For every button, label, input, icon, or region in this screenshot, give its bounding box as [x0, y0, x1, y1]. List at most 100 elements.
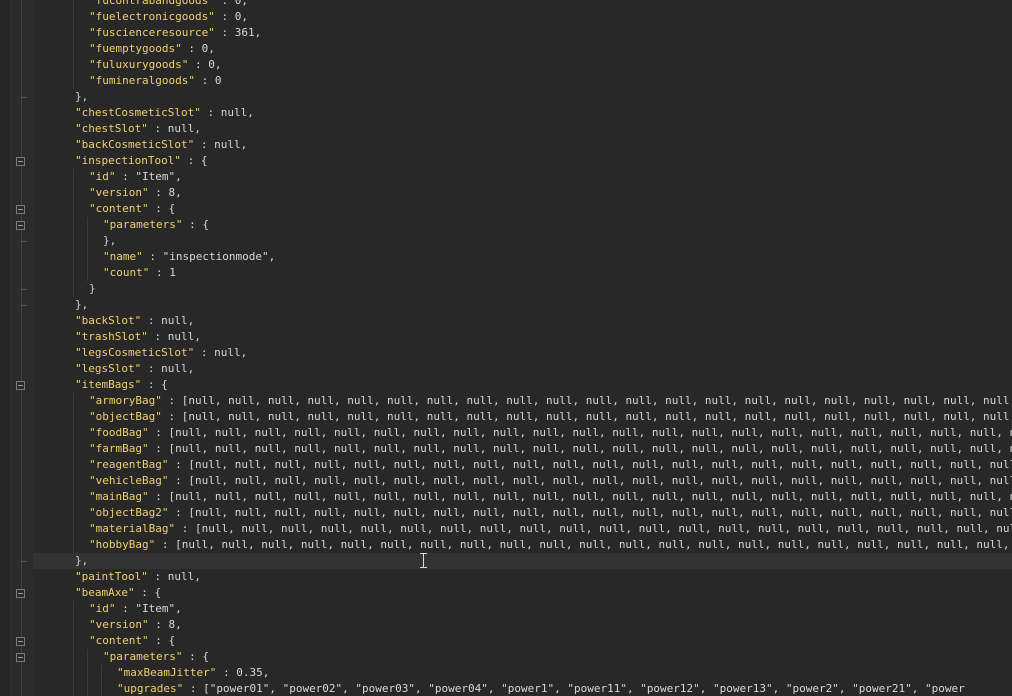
- code-line[interactable]: "itemBags" : {: [33, 377, 1012, 393]
- code-line[interactable]: "vehicleBag" : [null, null, null, null, …: [33, 473, 1012, 489]
- code-line[interactable]: "foodBag" : [null, null, null, null, nul…: [33, 425, 1012, 441]
- fold-toggle-icon[interactable]: [16, 589, 25, 598]
- gutter-edge: [0, 0, 11, 696]
- code-text: "fucontrabandgoods" : 0,: [89, 0, 248, 9]
- json-value: : 8,: [148, 618, 182, 631]
- code-line[interactable]: "id" : "Item",: [33, 601, 1012, 617]
- code-line[interactable]: "fuscienceresource" : 361,: [33, 25, 1012, 41]
- indent-guide: [73, 409, 74, 425]
- code-line[interactable]: "trashSlot" : null,: [33, 329, 1012, 345]
- code-line[interactable]: "maxBeamJitter" : 0.35,: [33, 665, 1012, 681]
- code-line[interactable]: "backCosmeticSlot" : null,: [33, 137, 1012, 153]
- code-text: "paintTool" : null,: [75, 569, 201, 585]
- code-line[interactable]: },: [33, 553, 1012, 569]
- indent-guide: [73, 233, 74, 249]
- code-line[interactable]: "chestSlot" : null,: [33, 121, 1012, 137]
- json-key: "backSlot": [75, 314, 142, 327]
- code-text: "fuluxurygoods" : 0,: [89, 57, 221, 73]
- code-text: "fuscienceresource" : 361,: [89, 25, 261, 41]
- fold-toggle-icon[interactable]: [16, 381, 25, 390]
- code-line[interactable]: "legsCosmeticSlot" : null,: [33, 345, 1012, 361]
- code-line[interactable]: },: [33, 89, 1012, 105]
- code-text: "inspectionTool" : {: [75, 153, 207, 169]
- code-line[interactable]: "beamAxe" : {: [33, 585, 1012, 601]
- code-editor[interactable]: "fucontrabandgoods" : 0, "fuelectronicgoo…: [33, 0, 1012, 696]
- code-line[interactable]: "mainBag" : [null, null, null, null, nul…: [33, 489, 1012, 505]
- code-line[interactable]: "backSlot" : null,: [33, 313, 1012, 329]
- json-value: : {: [182, 650, 209, 663]
- indent-guide: [73, 521, 74, 537]
- code-text: "mainBag" : [null, null, null, null, nul…: [89, 489, 1012, 505]
- code-line[interactable]: "chestCosmeticSlot" : null,: [33, 105, 1012, 121]
- code-text: "objectBag" : [null, null, null, null, n…: [89, 409, 1012, 425]
- json-key: "count": [103, 266, 150, 279]
- code-line[interactable]: "count" : 1: [33, 265, 1012, 281]
- indent-guide: [101, 681, 102, 696]
- fold-toggle-icon[interactable]: [16, 637, 25, 646]
- code-text: "materialBag" : [null, null, null, null,…: [89, 521, 1012, 537]
- code-line[interactable]: },: [33, 297, 1012, 313]
- code-line[interactable]: "fuemptygoods" : 0,: [33, 41, 1012, 57]
- indent-guide: [73, 665, 74, 681]
- code-line[interactable]: "hobbyBag" : [null, null, null, null, nu…: [33, 537, 1012, 553]
- json-key: "version": [89, 618, 149, 631]
- code-line[interactable]: "reagentBag" : [null, null, null, null, …: [33, 457, 1012, 473]
- indent-guide: [73, 201, 74, 217]
- code-line[interactable]: "upgrades" : ["power01", "power02", "pow…: [33, 681, 1012, 696]
- code-line[interactable]: "objectBag2" : [null, null, null, null, …: [33, 505, 1012, 521]
- json-bracket: }: [89, 282, 96, 295]
- code-line[interactable]: "parameters" : {: [33, 649, 1012, 665]
- code-line[interactable]: "armoryBag" : [null, null, null, null, n…: [33, 393, 1012, 409]
- code-text: "fuelectronicgoods" : 0,: [89, 9, 248, 25]
- code-line[interactable]: "objectBag" : [null, null, null, null, n…: [33, 409, 1012, 425]
- indent-guide: [87, 265, 88, 281]
- code-text: "id" : "Item",: [89, 601, 182, 617]
- indent-guide: [73, 473, 74, 489]
- indent-guide: [101, 665, 102, 681]
- json-value: : null,: [200, 106, 254, 119]
- code-text: "name" : "inspectionmode",: [103, 249, 275, 265]
- indent-guide: [73, 393, 74, 409]
- json-bracket: },: [75, 298, 89, 311]
- indent-guide: [73, 649, 74, 665]
- code-line[interactable]: "parameters" : {: [33, 217, 1012, 233]
- code-text: "beamAxe" : {: [75, 585, 161, 601]
- code-line[interactable]: "fuluxurygoods" : 0,: [33, 57, 1012, 73]
- code-line[interactable]: "farmBag" : [null, null, null, null, nul…: [33, 441, 1012, 457]
- json-value: : [null, null, null, null, null, null, n…: [148, 442, 1012, 455]
- fold-toggle-icon[interactable]: [16, 205, 25, 214]
- code-line[interactable]: "name" : "inspectionmode",: [33, 249, 1012, 265]
- code-text: "chestCosmeticSlot" : null,: [75, 105, 254, 121]
- code-line[interactable]: "materialBag" : [null, null, null, null,…: [33, 521, 1012, 537]
- json-key: "name": [103, 250, 143, 263]
- fold-toggle-icon[interactable]: [16, 221, 25, 230]
- code-line[interactable]: "version" : 8,: [33, 185, 1012, 201]
- json-key: "fuemptygoods": [89, 42, 182, 55]
- code-line[interactable]: "content" : {: [33, 201, 1012, 217]
- json-bracket: },: [75, 90, 89, 103]
- code-line[interactable]: "version" : 8,: [33, 617, 1012, 633]
- code-line[interactable]: "fuelectronicgoods" : 0,: [33, 9, 1012, 25]
- json-key: "fucontrabandgoods": [89, 0, 215, 7]
- json-value: : 0,: [181, 42, 215, 55]
- code-line[interactable]: "paintTool" : null,: [33, 569, 1012, 585]
- indent-guide: [87, 233, 88, 249]
- json-value: : null,: [147, 330, 201, 343]
- json-value: : {: [148, 202, 176, 215]
- code-line[interactable]: "inspectionTool" : {: [33, 153, 1012, 169]
- code-line[interactable]: "content" : {: [33, 633, 1012, 649]
- code-line[interactable]: }: [33, 281, 1012, 297]
- indent-guide: [73, 41, 74, 57]
- fold-end-marker: [21, 97, 27, 98]
- code-text: "fumineralgoods" : 0: [89, 73, 221, 89]
- code-line[interactable]: },: [33, 233, 1012, 249]
- code-line[interactable]: "fumineralgoods" : 0: [33, 73, 1012, 89]
- fold-toggle-icon[interactable]: [16, 653, 25, 662]
- code-line[interactable]: "legsSlot" : null,: [33, 361, 1012, 377]
- code-line[interactable]: "fucontrabandgoods" : 0,: [33, 0, 1012, 9]
- fold-toggle-icon[interactable]: [16, 157, 25, 166]
- code-text: "count" : 1: [103, 265, 176, 281]
- code-line[interactable]: "id" : "Item",: [33, 169, 1012, 185]
- indent-guide: [87, 217, 88, 233]
- indent-guide: [73, 681, 74, 696]
